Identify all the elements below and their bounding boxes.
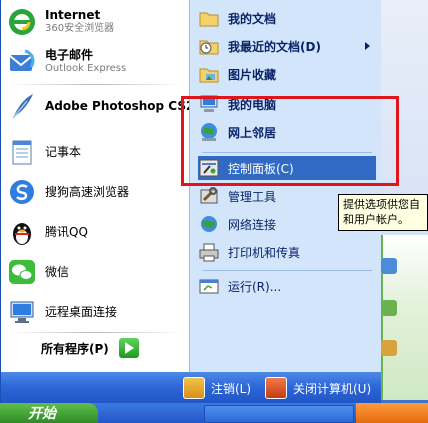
pictures-folder-icon (198, 63, 220, 85)
menu-item-my-pictures[interactable]: 图片收藏 (198, 62, 376, 86)
recent-documents-icon (198, 35, 220, 57)
qq-penguin-icon (7, 217, 37, 247)
menu-item-printers-faxes[interactable]: 打印机和传真 (198, 240, 376, 264)
taskbar: 开始 (0, 403, 428, 423)
power-icon (265, 377, 287, 399)
program-sogou-browser[interactable]: 搜狗高速浏览器 (7, 174, 187, 210)
background-icon (381, 340, 397, 356)
printer-icon (198, 241, 220, 263)
program-name: 远程桌面连接 (45, 304, 118, 319)
program-name: 搜狗高速浏览器 (45, 184, 130, 199)
logoff-label: 注销(L) (211, 381, 252, 396)
background-icon (381, 258, 397, 274)
shutdown-label: 关闭计算机(U) (293, 381, 372, 396)
program-internet[interactable]: Internet 360安全浏览器 (7, 4, 187, 40)
taskbar-window-button[interactable] (204, 405, 354, 423)
logoff-button[interactable]: 注销(L) (183, 377, 251, 399)
submenu-arrow-icon (365, 42, 370, 50)
menu-item-recent-documents[interactable]: 我最近的文档(D) (198, 34, 376, 58)
menu-item-label: 打印机和传真 (228, 245, 301, 260)
all-programs-label: 所有程序(P) (41, 341, 109, 356)
program-photoshop[interactable]: Adobe Photoshop CS2 (7, 88, 194, 124)
annotation-highlight-box (181, 96, 399, 186)
menu-item-label: 我的文档 (228, 11, 277, 26)
tooltip: 提供选项供您自 和用户帐户。 (338, 194, 428, 231)
menu-item-label: 运行(R)... (228, 279, 282, 294)
menu-item-run[interactable]: 运行(R)... (198, 274, 376, 298)
divider (9, 332, 181, 333)
tooltip-line: 提供选项供您自 (343, 198, 420, 211)
start-menu-footer: 注销(L) 关闭计算机(U) (1, 372, 381, 403)
start-button[interactable]: 开始 (0, 403, 98, 423)
program-wechat[interactable]: 微信 (7, 254, 187, 290)
program-name: 电子邮件 (45, 48, 94, 62)
program-remote-desktop[interactable]: 远程桌面连接 (7, 294, 187, 330)
menu-item-label: 网络连接 (228, 217, 277, 232)
program-name: Adobe Photoshop CS2 (45, 98, 195, 113)
shutdown-button[interactable]: 关闭计算机(U) (265, 377, 371, 399)
run-icon (198, 275, 220, 297)
menu-item-label: 我最近的文档(D) (228, 39, 321, 54)
menu-item-label: 管理工具 (228, 189, 277, 204)
start-label: 开始 (28, 406, 56, 422)
program-name: Internet (45, 8, 101, 22)
tooltip-line: 和用户帐户。 (343, 213, 409, 226)
all-programs-button[interactable]: 所有程序(P) (41, 338, 139, 358)
divider (202, 270, 372, 271)
notepad-icon (7, 137, 37, 167)
photoshop-feather-icon (7, 91, 37, 121)
program-name: 微信 (45, 264, 70, 279)
program-name: 记事本 (45, 144, 82, 159)
remote-desktop-icon (7, 297, 37, 327)
program-subtitle: Outlook Express (45, 63, 127, 74)
background-icon (381, 300, 397, 316)
outlook-express-icon (7, 47, 37, 77)
key-icon (183, 377, 205, 399)
menu-item-my-documents[interactable]: 我的文档 (198, 6, 376, 30)
admin-tools-icon (198, 185, 220, 207)
folder-icon (198, 7, 220, 29)
system-tray (356, 403, 428, 423)
sogou-browser-icon (7, 177, 37, 207)
program-email[interactable]: 电子邮件 Outlook Express (7, 44, 187, 80)
network-connections-icon (198, 213, 220, 235)
divider (9, 84, 181, 85)
program-qq[interactable]: 腾讯QQ (7, 214, 187, 250)
browser-360-icon (7, 7, 37, 37)
start-menu-programs: Internet 360安全浏览器 电子邮件 Outlook Express A… (1, 0, 194, 372)
program-notepad[interactable]: 记事本 (7, 134, 187, 170)
start-menu: Internet 360安全浏览器 电子邮件 Outlook Express A… (0, 0, 381, 403)
menu-item-label: 图片收藏 (228, 67, 277, 82)
wechat-icon (7, 257, 37, 287)
program-name: 腾讯QQ (45, 224, 88, 239)
program-subtitle: 360安全浏览器 (45, 23, 115, 34)
start-menu-places: 我的文档 我最近的文档(D) 图片收藏 我的电脑 网上邻居 控制面板(C) 管理… (189, 0, 381, 372)
arrow-right-icon (118, 338, 139, 358)
